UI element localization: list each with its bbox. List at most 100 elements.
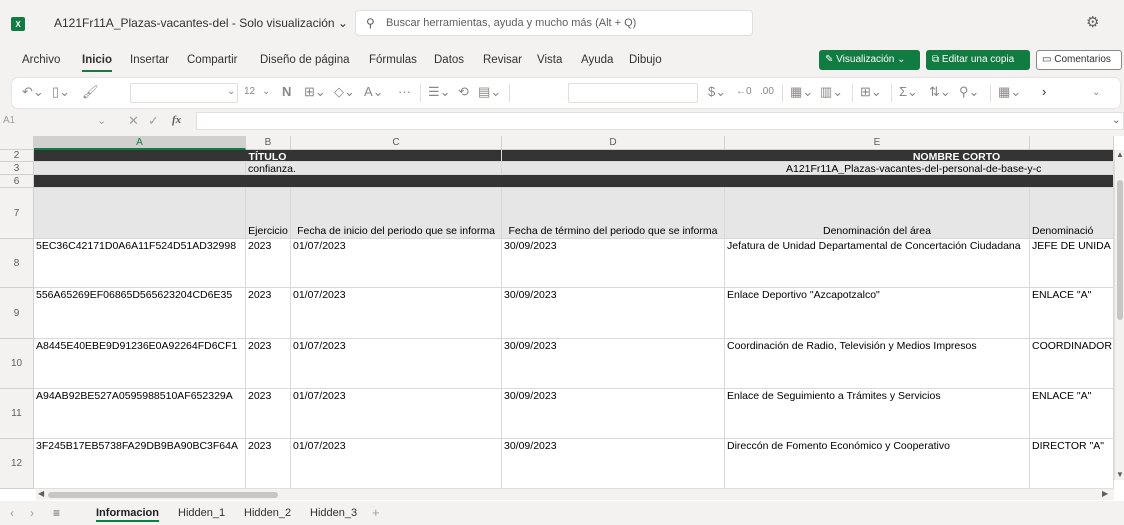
table-style-icon[interactable]: ▥⌄ [820, 84, 843, 100]
add-sheet-icon[interactable]: + [372, 505, 380, 520]
menu-inicio[interactable]: Inicio [82, 54, 113, 72]
table-cell[interactable]: ENLACE "A" [1030, 389, 1114, 439]
ribbon-expand-icon[interactable]: ⌄ [1092, 87, 1100, 98]
borders-icon[interactable]: ⊞⌄ [304, 84, 326, 100]
column-label-ejercicio[interactable]: Ejercicio [246, 188, 291, 239]
currency-icon[interactable]: $⌄ [708, 84, 726, 100]
section-header-cell[interactable] [34, 175, 1114, 188]
menu-ayuda[interactable]: Ayuda [581, 54, 613, 66]
menu-datos[interactable]: Datos [434, 54, 464, 66]
comments-button[interactable]: ▭ Comentarios [1036, 50, 1122, 70]
description-cell[interactable]: confianza. [246, 162, 502, 175]
column-header-d[interactable]: D [502, 136, 725, 150]
merge-cells-icon[interactable]: ▤⌄ [478, 84, 501, 100]
horizontal-scrollbar[interactable]: ◀ ▶ [36, 488, 1114, 500]
sheet-tab-informacion[interactable]: Informacion [96, 507, 159, 522]
column-label-fecha-termino[interactable]: Fecha de término del periodo que se info… [502, 188, 725, 239]
cancel-icon[interactable]: ✕ [128, 113, 139, 129]
select-all-corner[interactable] [0, 136, 34, 150]
table-cell[interactable]: 2023 [246, 288, 291, 339]
edit-copy-button[interactable]: ⧉ Editar una copia [926, 50, 1030, 70]
ribbon-scroll-right-icon[interactable]: › [1042, 84, 1046, 99]
table-cell[interactable]: A94AB92BE527A0595988510AF652329A [34, 389, 246, 439]
table-cell[interactable]: Direccón de Fomento Económico y Cooperat… [725, 439, 1030, 489]
table-cell[interactable]: 2023 [246, 239, 291, 288]
row-header[interactable]: 11 [0, 389, 34, 439]
column-label-area[interactable]: Denominación del área [725, 188, 1030, 239]
column-label-cell[interactable] [34, 188, 246, 239]
format-painter-icon[interactable]: 🖌 [82, 84, 99, 100]
sheet-tab-hidden-2[interactable]: Hidden_2 [244, 507, 291, 519]
menu-vista[interactable]: Vista [537, 54, 562, 66]
table-cell[interactable]: 2023 [246, 339, 291, 389]
font-color-icon[interactable]: A⌄ [364, 84, 384, 100]
vertical-scrollbar[interactable]: ▲ ▼ [1114, 150, 1124, 480]
chevron-down-icon[interactable]: ⌄ [97, 114, 106, 127]
horizontal-scroll-thumb[interactable] [48, 492, 278, 498]
search-box[interactable]: ⚲ Buscar herramientas, ayuda y mucho más… [355, 10, 753, 36]
table-cell[interactable]: 3F245B17EB5738FA29DB9BA90BC3F64A [34, 439, 246, 489]
row-header[interactable]: 2 [0, 150, 34, 162]
prev-sheet-icon[interactable]: ‹ [10, 506, 14, 520]
row-header[interactable]: 6 [0, 175, 34, 188]
undo-icon[interactable]: ↶⌄ [22, 84, 44, 100]
align-icon[interactable]: ☰⌄ [428, 84, 451, 100]
table-cell[interactable]: 556A65269EF06865D565623204CD6E35 [34, 288, 246, 339]
expand-formula-icon[interactable]: ⌄ [1112, 115, 1120, 126]
spreadsheet-grid[interactable]: A B C D E 2 TÍTULO NOMBRE CORTO 3 confia… [0, 136, 1124, 501]
document-title[interactable]: A121Fr11A_Plazas-vacantes-del - Solo vis… [54, 16, 348, 30]
menu-formulas[interactable]: Fórmulas [369, 54, 417, 66]
table-cell[interactable]: Enlace de Seguimiento a Trámites y Servi… [725, 389, 1030, 439]
row-header[interactable]: 7 [0, 188, 34, 239]
menu-archivo[interactable]: Archivo [22, 54, 60, 66]
table-cell[interactable]: Enlace Deportivo "Azcapotzalco" [725, 288, 1030, 339]
title-header-cell[interactable]: TÍTULO [34, 150, 502, 162]
column-label-fecha-inicio[interactable]: Fecha de inicio del periodo que se infor… [291, 188, 502, 239]
menu-insertar[interactable]: Insertar [130, 54, 169, 66]
table-cell[interactable]: 01/07/2023 [291, 288, 502, 339]
clipboard-icon[interactable]: ▯⌄ [52, 84, 70, 100]
table-cell[interactable]: DIRECTOR "A" [1030, 439, 1114, 489]
settings-gear-icon[interactable]: ⚙ [1086, 13, 1099, 31]
short-name-header-cell[interactable]: NOMBRE CORTO [502, 150, 1114, 162]
row-header[interactable]: 12 [0, 439, 34, 489]
bold-icon[interactable]: N [282, 84, 291, 99]
enter-check-icon[interactable]: ✓ [148, 113, 159, 129]
scroll-left-icon[interactable]: ◀ [38, 489, 44, 498]
sheet-tab-hidden-1[interactable]: Hidden_1 [178, 507, 225, 519]
table-cell[interactable]: COORDINADOR [1030, 339, 1114, 389]
table-cell[interactable]: 01/07/2023 [291, 389, 502, 439]
function-icon[interactable]: fx [172, 114, 181, 126]
column-header-c[interactable]: C [291, 136, 502, 150]
number-format-select[interactable] [568, 83, 698, 103]
table-cell[interactable]: 30/09/2023 [502, 389, 725, 439]
scroll-down-icon[interactable]: ▼ [1116, 470, 1124, 479]
sheet-tab-hidden-3[interactable]: Hidden_3 [310, 507, 357, 519]
table-cell[interactable]: JEFE DE UNIDA [1030, 239, 1114, 288]
menu-dibujo[interactable]: Dibujo [629, 54, 662, 66]
decrease-decimal-icon[interactable]: .00 [760, 86, 774, 97]
row-header[interactable]: 8 [0, 239, 34, 288]
table-cell[interactable]: 30/09/2023 [502, 439, 725, 489]
row-header[interactable]: 3 [0, 162, 34, 175]
menu-revisar[interactable]: Revisar [483, 54, 522, 66]
addins-icon[interactable]: ▦⌄ [998, 84, 1021, 100]
search-input[interactable]: Buscar herramientas, ayuda y mucho más (… [386, 17, 636, 29]
short-name-value-cell[interactable]: A121Fr11A_Plazas-vacantes-del-personal-d… [502, 162, 1114, 175]
more-options-icon[interactable]: ··· [398, 84, 411, 99]
sort-filter-icon[interactable]: ⇅⌄ [929, 84, 951, 100]
font-size-select[interactable]: 12 [244, 86, 255, 97]
table-cell[interactable]: 01/07/2023 [291, 439, 502, 489]
column-header-a[interactable]: A [34, 136, 246, 150]
autosum-icon[interactable]: Σ⌄ [899, 84, 918, 100]
wrap-text-icon[interactable]: ⟲ [458, 84, 469, 100]
scroll-up-icon[interactable]: ▲ [1116, 150, 1124, 159]
column-header-f[interactable] [1030, 136, 1114, 150]
row-header[interactable]: 9 [0, 288, 34, 339]
cell[interactable] [34, 162, 246, 175]
column-header-e[interactable]: E [725, 136, 1030, 150]
table-cell[interactable]: 30/09/2023 [502, 339, 725, 389]
table-cell[interactable]: 2023 [246, 439, 291, 489]
table-cell[interactable]: 30/09/2023 [502, 288, 725, 339]
view-mode-button[interactable]: ✎ Visualización ⌄ [819, 50, 920, 70]
